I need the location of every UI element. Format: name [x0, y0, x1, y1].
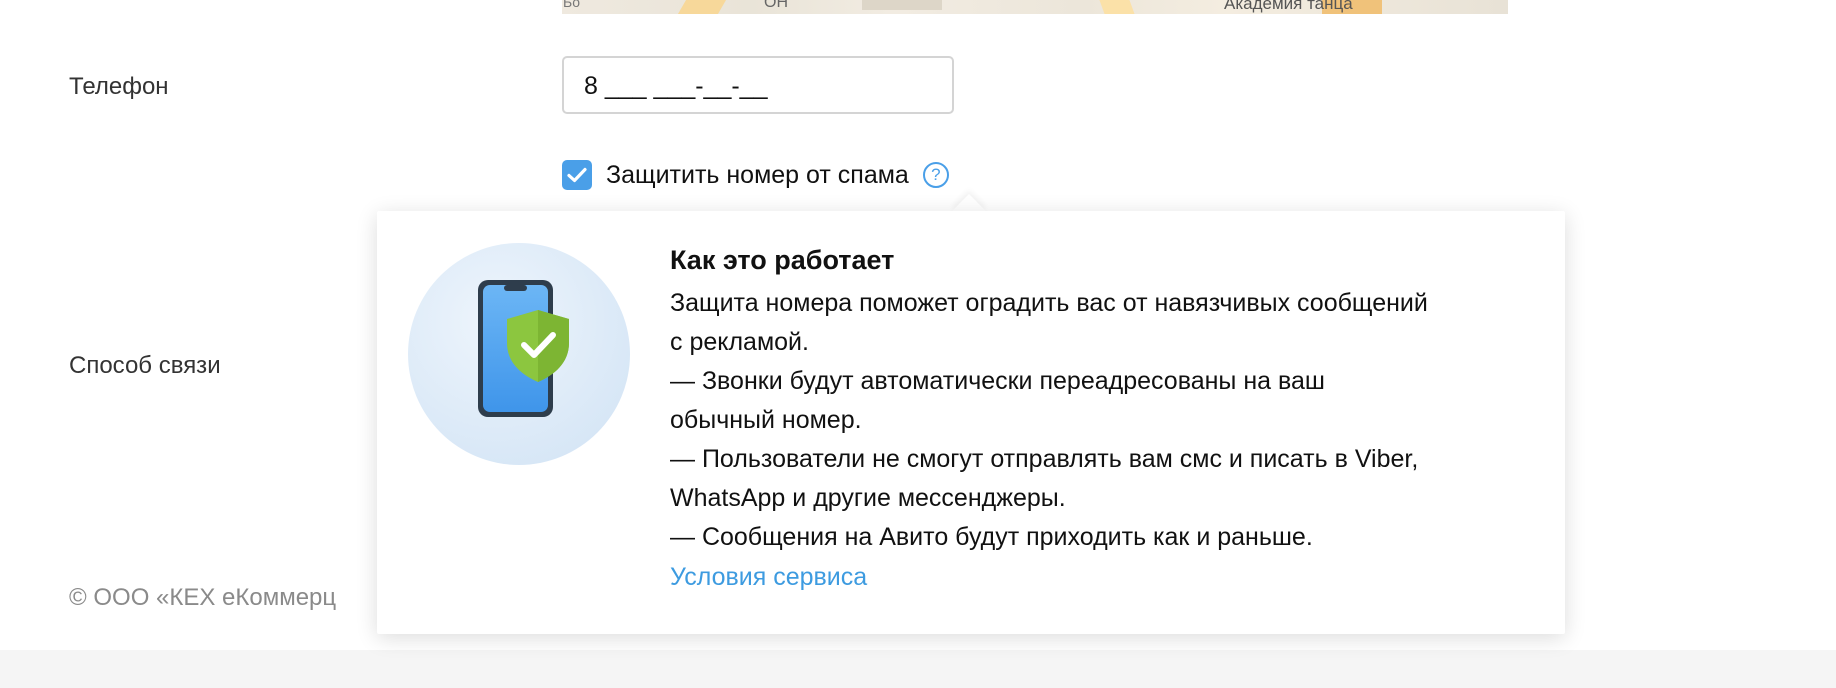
popup-line: с рекламой.: [670, 328, 809, 356]
question-icon[interactable]: ?: [922, 162, 949, 188]
phone-input[interactable]: 8 ___ ___-__-__: [562, 56, 954, 114]
service-terms-link[interactable]: Условия сервиса: [670, 558, 867, 597]
popup-title: Как это работает: [670, 245, 895, 275]
spam-protection-label[interactable]: Защитить номер от спама: [606, 161, 909, 190]
popup-arrow-cover: [945, 211, 995, 227]
spam-protection-row: Защитить номер от спама ?: [562, 159, 949, 191]
popup-content: Как это работает Защита номера поможет о…: [670, 242, 1550, 597]
phone-shield-icon: [408, 243, 630, 465]
popup-line: — Звонки будут автоматически переадресов…: [670, 367, 1325, 395]
spam-protection-checkbox[interactable]: [562, 160, 592, 190]
map-building: [862, 0, 942, 10]
popup-line: — Сообщения на Авито будут приходить как…: [670, 523, 1313, 551]
map-label: ОН: [764, 0, 788, 11]
footer-copyright: © ООО «КЕХ еКоммерц: [69, 584, 337, 611]
map-label: Бо: [563, 0, 580, 10]
popup-line: WhatsApp и другие мессенджеры.: [670, 484, 1066, 512]
popup-line: Защита номера поможет оградить вас от на…: [670, 289, 1428, 317]
phone-label: Телефон: [69, 73, 169, 100]
map-road: [1099, 0, 1135, 14]
check-icon: [567, 167, 587, 183]
map-preview[interactable]: Бо ОН Академия танца: [562, 0, 1508, 14]
popup-line: обычный номер.: [670, 406, 862, 434]
page-bottom-band: [0, 650, 1836, 688]
map-label: Академия танца: [1224, 0, 1353, 13]
page: Бо ОН Академия танца Телефон 8 ___ ___-_…: [0, 0, 1836, 688]
map-road: [677, 0, 727, 14]
popup-line: — Пользователи не смогут отправлять вам …: [670, 445, 1419, 473]
contact-method-label: Способ связи: [69, 352, 221, 379]
